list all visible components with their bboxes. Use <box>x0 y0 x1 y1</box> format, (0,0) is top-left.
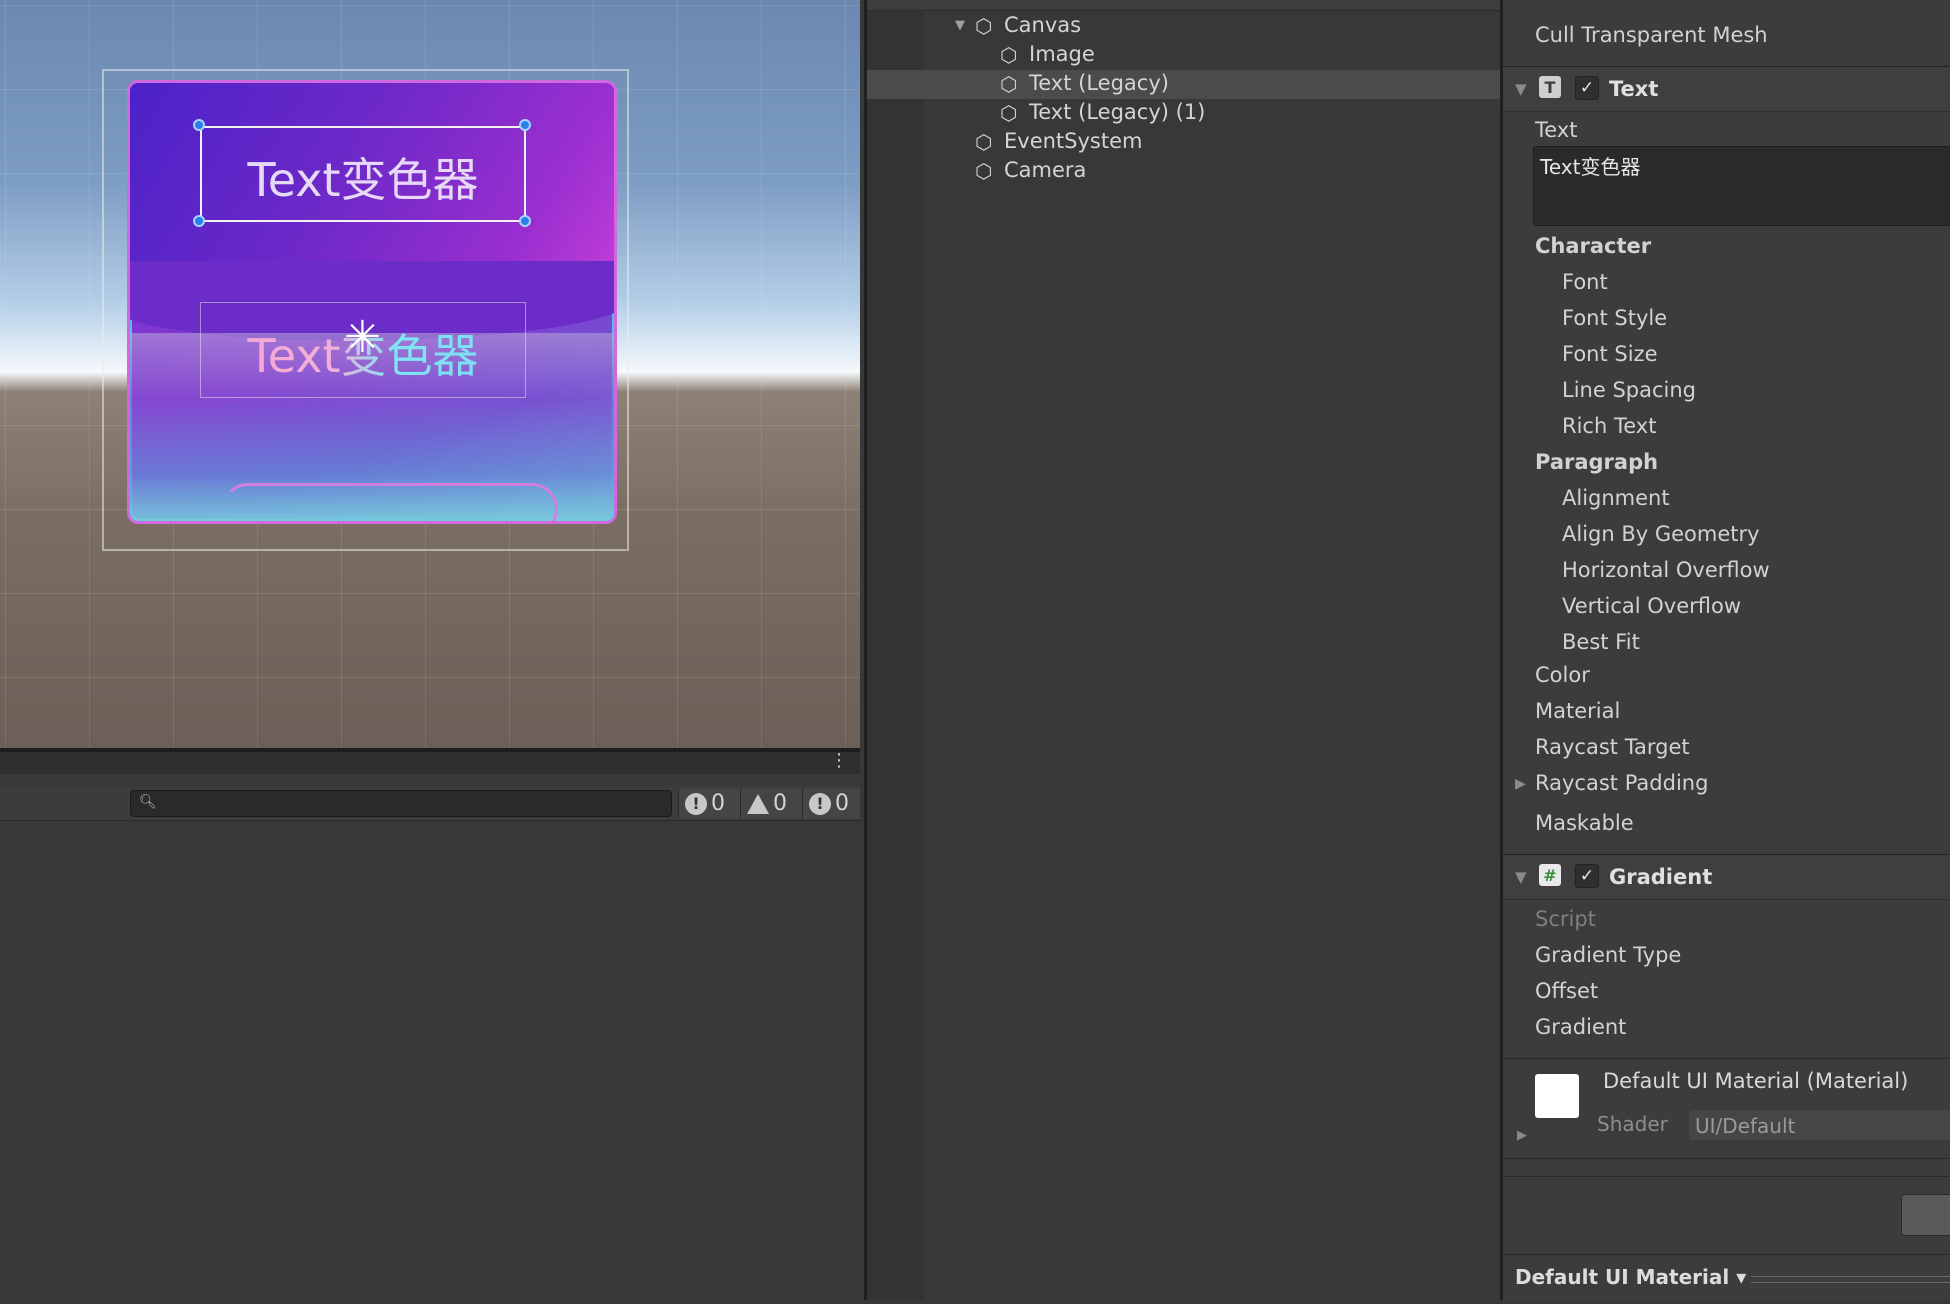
text-component-title: Text <box>1609 77 1659 101</box>
gradient-component-title: Gradient <box>1609 865 1713 889</box>
gradient-enabled-checkbox[interactable]: ✓ <box>1575 864 1599 888</box>
preview-material-dropdown[interactable]: Default UI Material ▾ <box>1515 1265 1746 1289</box>
info-icon: ! <box>685 792 707 815</box>
hierarchy-item-image[interactable]: ⬡ Image <box>867 41 1503 70</box>
hierarchy-item-label: Text (Legacy) (1) <box>1029 100 1206 124</box>
preview-bar: Default UI Material ▾ <box>1503 1254 1950 1301</box>
console-search-input[interactable]: 🔍︎ <box>130 790 672 817</box>
paragraph-header: Paragraph <box>1535 450 1659 474</box>
search-icon: 🔍︎ <box>139 794 157 810</box>
more-options-icon[interactable]: ⋮ <box>830 750 848 771</box>
warning-count-toggle[interactable]: 0 <box>740 788 802 819</box>
gameobject-cube-icon: ⬡ <box>975 14 993 38</box>
gameobject-cube-icon: ⬡ <box>1000 72 1018 96</box>
shader-label: Shader <box>1597 1112 1668 1136</box>
hierarchy-item-label: Camera <box>1004 158 1087 182</box>
inspector-panel: Cull Transparent Mesh ▼ T ✓ Text Text Te… <box>1500 0 1950 1301</box>
gradient-type-label: Gradient Type <box>1535 943 1682 967</box>
warning-icon <box>747 793 769 814</box>
hierarchy-item-label: EventSystem <box>1004 129 1143 153</box>
error-count: 0 <box>835 791 849 816</box>
add-component-button[interactable] <box>1901 1194 1950 1236</box>
font-size-label: Font Size <box>1562 342 1658 366</box>
console-panel: ⋮ 🔍︎ ! 0 0 ! 0 <box>0 748 860 1304</box>
raycast-padding-foldout[interactable]: Raycast Padding <box>1535 771 1708 795</box>
selection-rect <box>200 126 526 222</box>
resize-handle-top-left[interactable] <box>193 119 205 131</box>
font-label: Font <box>1562 270 1608 294</box>
material-label: Material <box>1535 699 1621 723</box>
raycast-target-label: Raycast Target <box>1535 735 1690 759</box>
text-enabled-checkbox[interactable]: ✓ <box>1575 76 1599 100</box>
scene-view[interactable]: Text变色器 Text变色器 ✳ <box>0 0 860 748</box>
hierarchy-item-label: Text (Legacy) <box>1029 71 1169 95</box>
hierarchy-item-camera[interactable]: ⬡ Camera <box>867 157 1503 186</box>
warning-count: 0 <box>773 791 787 816</box>
gameobject-cube-icon: ⬡ <box>1000 43 1018 67</box>
expand-arrow-icon[interactable]: ▼ <box>955 18 965 33</box>
hierarchy-panel: ▼ ⬡ Canvas ⬡ Image ⬡ Text (Legacy) ⬡ Tex… <box>864 0 1503 1300</box>
character-header: Character <box>1535 234 1652 258</box>
gameobject-cube-icon: ⬡ <box>975 159 993 183</box>
vertical-overflow-label: Vertical Overflow <box>1562 594 1742 618</box>
gameobject-cube-icon: ⬡ <box>1000 101 1018 125</box>
gradient-label: Gradient <box>1535 1015 1627 1039</box>
divider <box>1503 1058 1950 1059</box>
hierarchy-item-label: Canvas <box>1004 13 1082 37</box>
collapse-arrow-icon[interactable]: ▼ <box>1515 80 1527 98</box>
text-value: Text变色器 <box>1540 155 1641 179</box>
cull-transparent-mesh-label: Cull Transparent Mesh <box>1535 23 1768 47</box>
align-by-geometry-label: Align By Geometry <box>1562 522 1760 546</box>
error-icon: ! <box>809 792 831 815</box>
text-field-label: Text <box>1535 118 1578 142</box>
expand-arrow-icon[interactable]: ▶ <box>1517 1128 1527 1143</box>
scene-header-row <box>867 0 1503 11</box>
resize-handle-bottom-right[interactable] <box>519 215 531 227</box>
shader-dropdown[interactable]: UI/Default <box>1689 1110 1950 1140</box>
hierarchy-item-text-legacy[interactable]: ⬡ Text (Legacy) <box>867 70 1503 99</box>
rich-text-label: Rich Text <box>1562 414 1657 438</box>
horizontal-overflow-label: Horizontal Overflow <box>1562 558 1770 582</box>
gameobject-cube-icon: ⬡ <box>975 130 993 154</box>
console-tab-bar <box>0 752 860 774</box>
font-style-label: Font Style <box>1562 306 1668 330</box>
resize-handle-top-right[interactable] <box>519 119 531 131</box>
expand-arrow-icon[interactable]: ▶ <box>1515 776 1526 792</box>
text-component-icon: T <box>1539 76 1561 98</box>
script-component-icon: # <box>1539 864 1561 886</box>
script-label: Script <box>1535 907 1596 931</box>
color-label: Color <box>1535 663 1590 687</box>
resize-handle-bottom-left[interactable] <box>193 215 205 227</box>
text-value-textarea[interactable]: Text变色器 <box>1533 146 1950 226</box>
text-component-header[interactable]: ▼ T ✓ Text <box>1503 66 1950 112</box>
offset-label: Offset <box>1535 979 1599 1003</box>
gradient-component-header[interactable]: ▼ # ✓ Gradient <box>1503 854 1950 900</box>
collapse-arrow-icon[interactable]: ▼ <box>1515 868 1527 886</box>
preview-material-label: Default UI Material <box>1515 1265 1730 1289</box>
hierarchy-item-label: Image <box>1029 42 1095 66</box>
maskable-label: Maskable <box>1535 811 1634 835</box>
drag-handle[interactable] <box>1751 1276 1950 1283</box>
log-count: 0 <box>711 791 725 816</box>
best-fit-label: Best Fit <box>1562 630 1640 654</box>
divider <box>1503 1158 1950 1159</box>
error-count-toggle[interactable]: ! 0 <box>802 788 860 819</box>
hierarchy-item-canvas[interactable]: ▼ ⬡ Canvas <box>867 12 1503 41</box>
material-preview-swatch <box>1535 1074 1579 1118</box>
card-clip-decoration <box>222 483 558 521</box>
material-name: Default UI Material (Material) <box>1603 1069 1909 1093</box>
hierarchy-item-eventsystem[interactable]: ⬡ EventSystem <box>867 128 1503 157</box>
alignment-label: Alignment <box>1562 486 1670 510</box>
text-bounds-rect <box>200 302 526 398</box>
hierarchy-gutter <box>867 0 924 1300</box>
hierarchy-item-text-legacy-1[interactable]: ⬡ Text (Legacy) (1) <box>867 99 1503 128</box>
log-count-toggle[interactable]: ! 0 <box>678 788 740 819</box>
line-spacing-label: Line Spacing <box>1562 378 1696 402</box>
divider <box>1503 1176 1950 1177</box>
chevron-down-icon: ▾ <box>1736 1265 1747 1289</box>
